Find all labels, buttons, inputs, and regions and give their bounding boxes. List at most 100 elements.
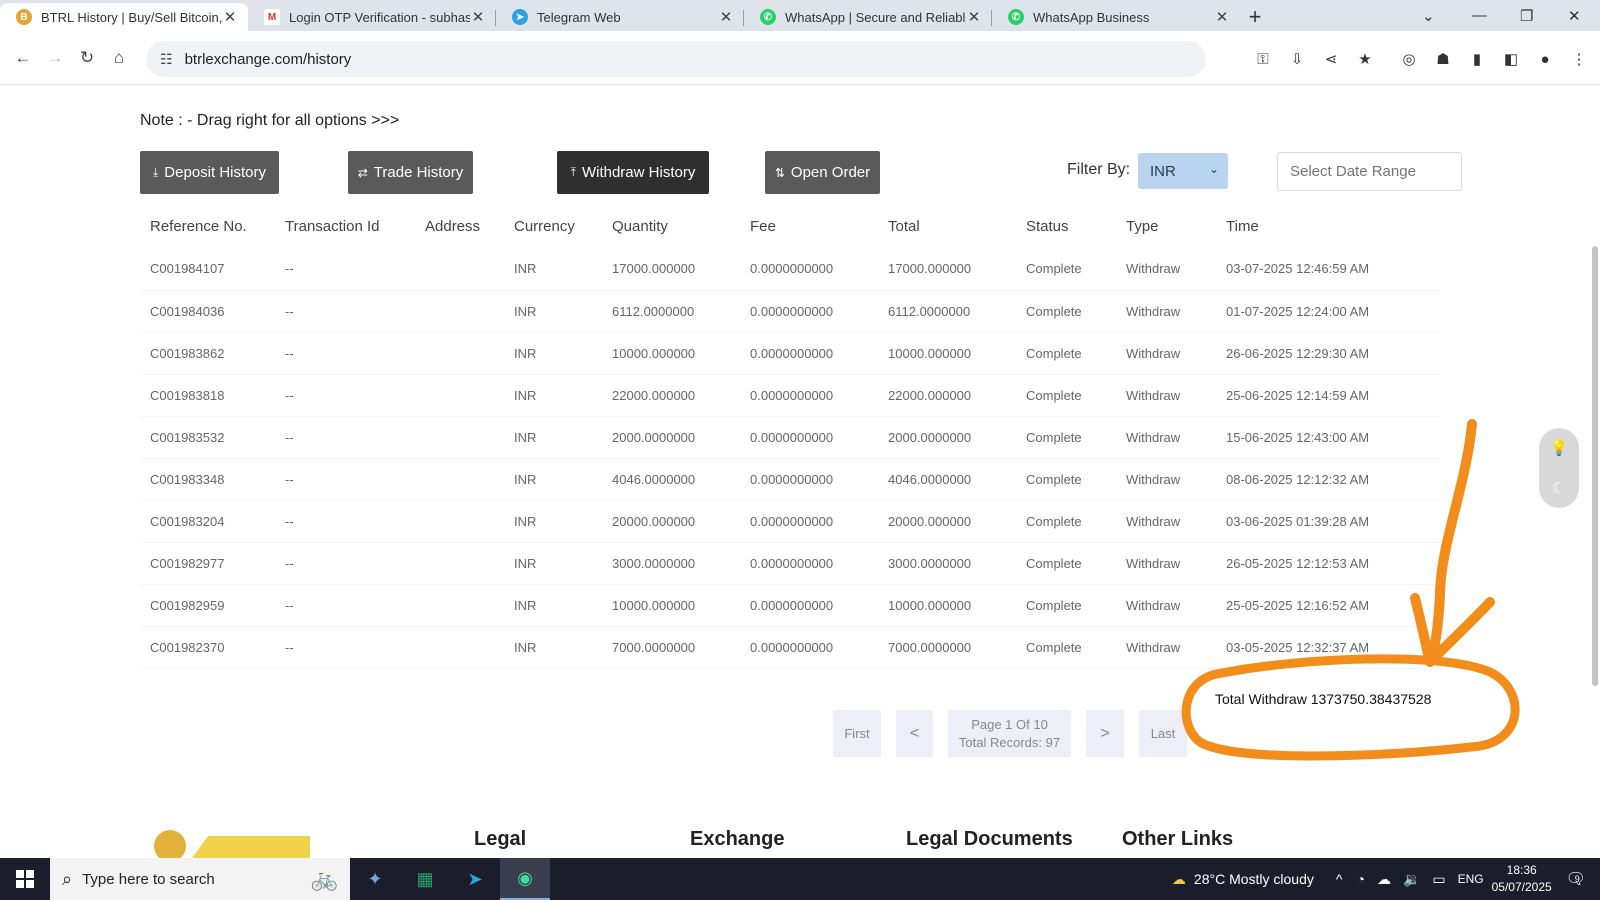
taskbar-app-teams[interactable]: ✦ (350, 858, 400, 900)
table-cell: 25-05-2025 12:16:52 AM (1216, 584, 1440, 627)
table-cell: INR (504, 626, 602, 669)
windows-start-button[interactable] (0, 858, 50, 900)
table-cell: 25-06-2025 12:14:59 AM (1216, 374, 1440, 417)
table-cell: Withdraw (1116, 584, 1216, 627)
search-icon: ⌕ (62, 868, 73, 889)
close-tab-icon[interactable]: ✕ (222, 8, 238, 26)
side-panel-icon[interactable]: ◧ (1496, 44, 1526, 74)
table-cell: 0.0000000000 (740, 332, 878, 375)
last-page-button[interactable]: Last (1139, 710, 1187, 757)
tab-search-icon[interactable]: ⌄ (1422, 0, 1435, 31)
browser-tab[interactable]: M Login OTP Verification - subhas ✕ (248, 3, 496, 31)
bookmark-icon[interactable]: ★ (1350, 44, 1380, 74)
notification-icon[interactable]: 🗨 9 (1566, 869, 1586, 889)
install-app-icon[interactable]: ⇩ (1282, 44, 1312, 74)
browser-tab[interactable]: ➤ Telegram Web ✕ (496, 3, 744, 31)
page-scrollbar[interactable] (1592, 246, 1598, 686)
withdraw-history-button[interactable]: ⤒ Withdraw History (557, 151, 709, 194)
table-cell: Complete (1016, 248, 1116, 291)
drag-note: Note : - Drag right for all options >>> (140, 112, 400, 129)
extension-icon[interactable]: ◎ (1394, 44, 1424, 74)
table-cell: C001982959 (140, 584, 275, 627)
minimize-button[interactable]: — (1472, 0, 1487, 31)
table-cell (415, 458, 504, 501)
taskbar-clock[interactable]: 18:36 05/07/2025 (1492, 862, 1552, 896)
site-settings-icon[interactable]: ☷ (160, 51, 173, 68)
menu-icon[interactable]: ⋮ (1564, 44, 1594, 74)
profile-avatar-icon[interactable]: ● (1530, 44, 1560, 74)
table-cell (415, 542, 504, 585)
reading-list-icon[interactable]: ▮ (1462, 44, 1492, 74)
close-tab-icon[interactable]: ✕ (966, 8, 982, 26)
onedrive-icon[interactable]: ☁ (1377, 871, 1391, 888)
volume-icon[interactable]: 🔉 (1403, 871, 1420, 888)
table-cell: 0.0000000000 (740, 416, 878, 459)
table-row: C001983204 -- INR 20000.000000 0.0000000000 2… (140, 500, 1440, 543)
incognito-extension-icon[interactable]: ☗ (1428, 44, 1458, 74)
taskbar-app-browser[interactable]: ◉ (500, 858, 550, 900)
new-tab-button[interactable]: + (1240, 3, 1270, 31)
table-cell: 4046.0000000 (602, 458, 740, 501)
open-order-button[interactable]: ⇅ Open Order (765, 151, 880, 194)
upload-icon: ⤒ (570, 165, 576, 179)
table-cell: 08-06-2025 12:12:32 AM (1216, 458, 1440, 501)
close-tab-icon[interactable]: ✕ (718, 8, 734, 26)
browser-tab[interactable]: ✆ WhatsApp | Secure and Reliable ✕ (744, 3, 992, 31)
language-indicator[interactable]: ENG (1458, 872, 1484, 886)
first-page-button[interactable]: First (833, 710, 881, 757)
share-icon[interactable]: ⋖ (1316, 44, 1346, 74)
home-icon[interactable]: ⌂ (103, 42, 135, 74)
table-cell (415, 248, 504, 291)
table-cell (415, 332, 504, 375)
close-tab-icon[interactable]: ✕ (470, 8, 486, 26)
currency-filter-select[interactable]: INR ⌄ (1138, 153, 1228, 189)
taskbar-app-excel[interactable]: ▦ (400, 858, 450, 900)
network-icon[interactable]: ◔ (1356, 871, 1364, 887)
table-cell: 15-06-2025 12:43:00 AM (1216, 416, 1440, 459)
windows-taskbar: ⌕ Type here to search 🚲 ✦ ▦ ➤ ◉ ☁ 28°C M… (0, 858, 1600, 900)
table-cell: 10000.000000 (878, 332, 1016, 375)
next-page-button[interactable]: > (1086, 710, 1124, 757)
trade-history-button[interactable]: ⇄ Trade History (348, 151, 473, 194)
browser-tab[interactable]: B BTRL History | Buy/Sell Bitcoin, C ✕ (0, 3, 248, 31)
table-cell: Withdraw (1116, 542, 1216, 585)
address-bar[interactable]: ☷ btrlexchange.com/history (146, 41, 1206, 77)
browser-tab[interactable]: ✆ WhatsApp Business ✕ (992, 3, 1240, 31)
table-cell: 0.0000000000 (740, 584, 878, 627)
table-cell: 17000.000000 (602, 248, 740, 291)
back-icon[interactable]: ← (7, 42, 39, 74)
table-cell: Withdraw (1116, 500, 1216, 543)
date-range-input[interactable] (1277, 152, 1462, 191)
table-cell: 3000.0000000 (878, 542, 1016, 585)
table-cell: Complete (1016, 290, 1116, 333)
table-cell: 20000.000000 (878, 500, 1016, 543)
table-cell (415, 500, 504, 543)
password-key-icon[interactable]: ⚿ (1248, 44, 1278, 74)
weather-text[interactable]: 28°C Mostly cloudy (1194, 871, 1314, 887)
restore-button[interactable]: ❐ (1520, 0, 1533, 31)
close-window-button[interactable]: ✕ (1568, 0, 1581, 31)
dark-mode-moon-icon[interactable]: ☾ (1552, 479, 1565, 497)
close-tab-icon[interactable]: ✕ (1214, 8, 1230, 26)
forward-icon[interactable]: → (39, 42, 71, 74)
light-mode-bulb-icon[interactable]: 💡 (1550, 439, 1569, 457)
reload-icon[interactable]: ↻ (71, 42, 103, 74)
table-cell: C001983862 (140, 332, 275, 375)
table-cell: 22000.000000 (878, 374, 1016, 417)
clock-date: 05/07/2025 (1491, 880, 1552, 894)
table-cell: Withdraw (1116, 374, 1216, 417)
table-cell: 7000.0000000 (602, 626, 740, 669)
prev-page-button[interactable]: < (896, 710, 933, 757)
weather-icon[interactable]: ☁ (1172, 871, 1186, 888)
table-cell: Withdraw (1116, 248, 1216, 291)
table-cell: 03-06-2025 01:39:28 AM (1216, 500, 1440, 543)
chevron-up-icon[interactable]: ^ (1336, 871, 1343, 887)
table-cell: INR (504, 542, 602, 585)
battery-icon[interactable]: ▭ (1432, 871, 1445, 888)
sort-icon: ⇅ (774, 165, 785, 180)
download-icon: ⤓ (152, 165, 159, 179)
taskbar-app-telegram[interactable]: ➤ (450, 858, 500, 900)
taskbar-search-box[interactable]: ⌕ Type here to search 🚲 (50, 858, 350, 900)
deposit-history-button[interactable]: ⤓ Deposit History (140, 151, 279, 194)
table-cell: 03-07-2025 12:46:59 AM (1216, 248, 1440, 291)
